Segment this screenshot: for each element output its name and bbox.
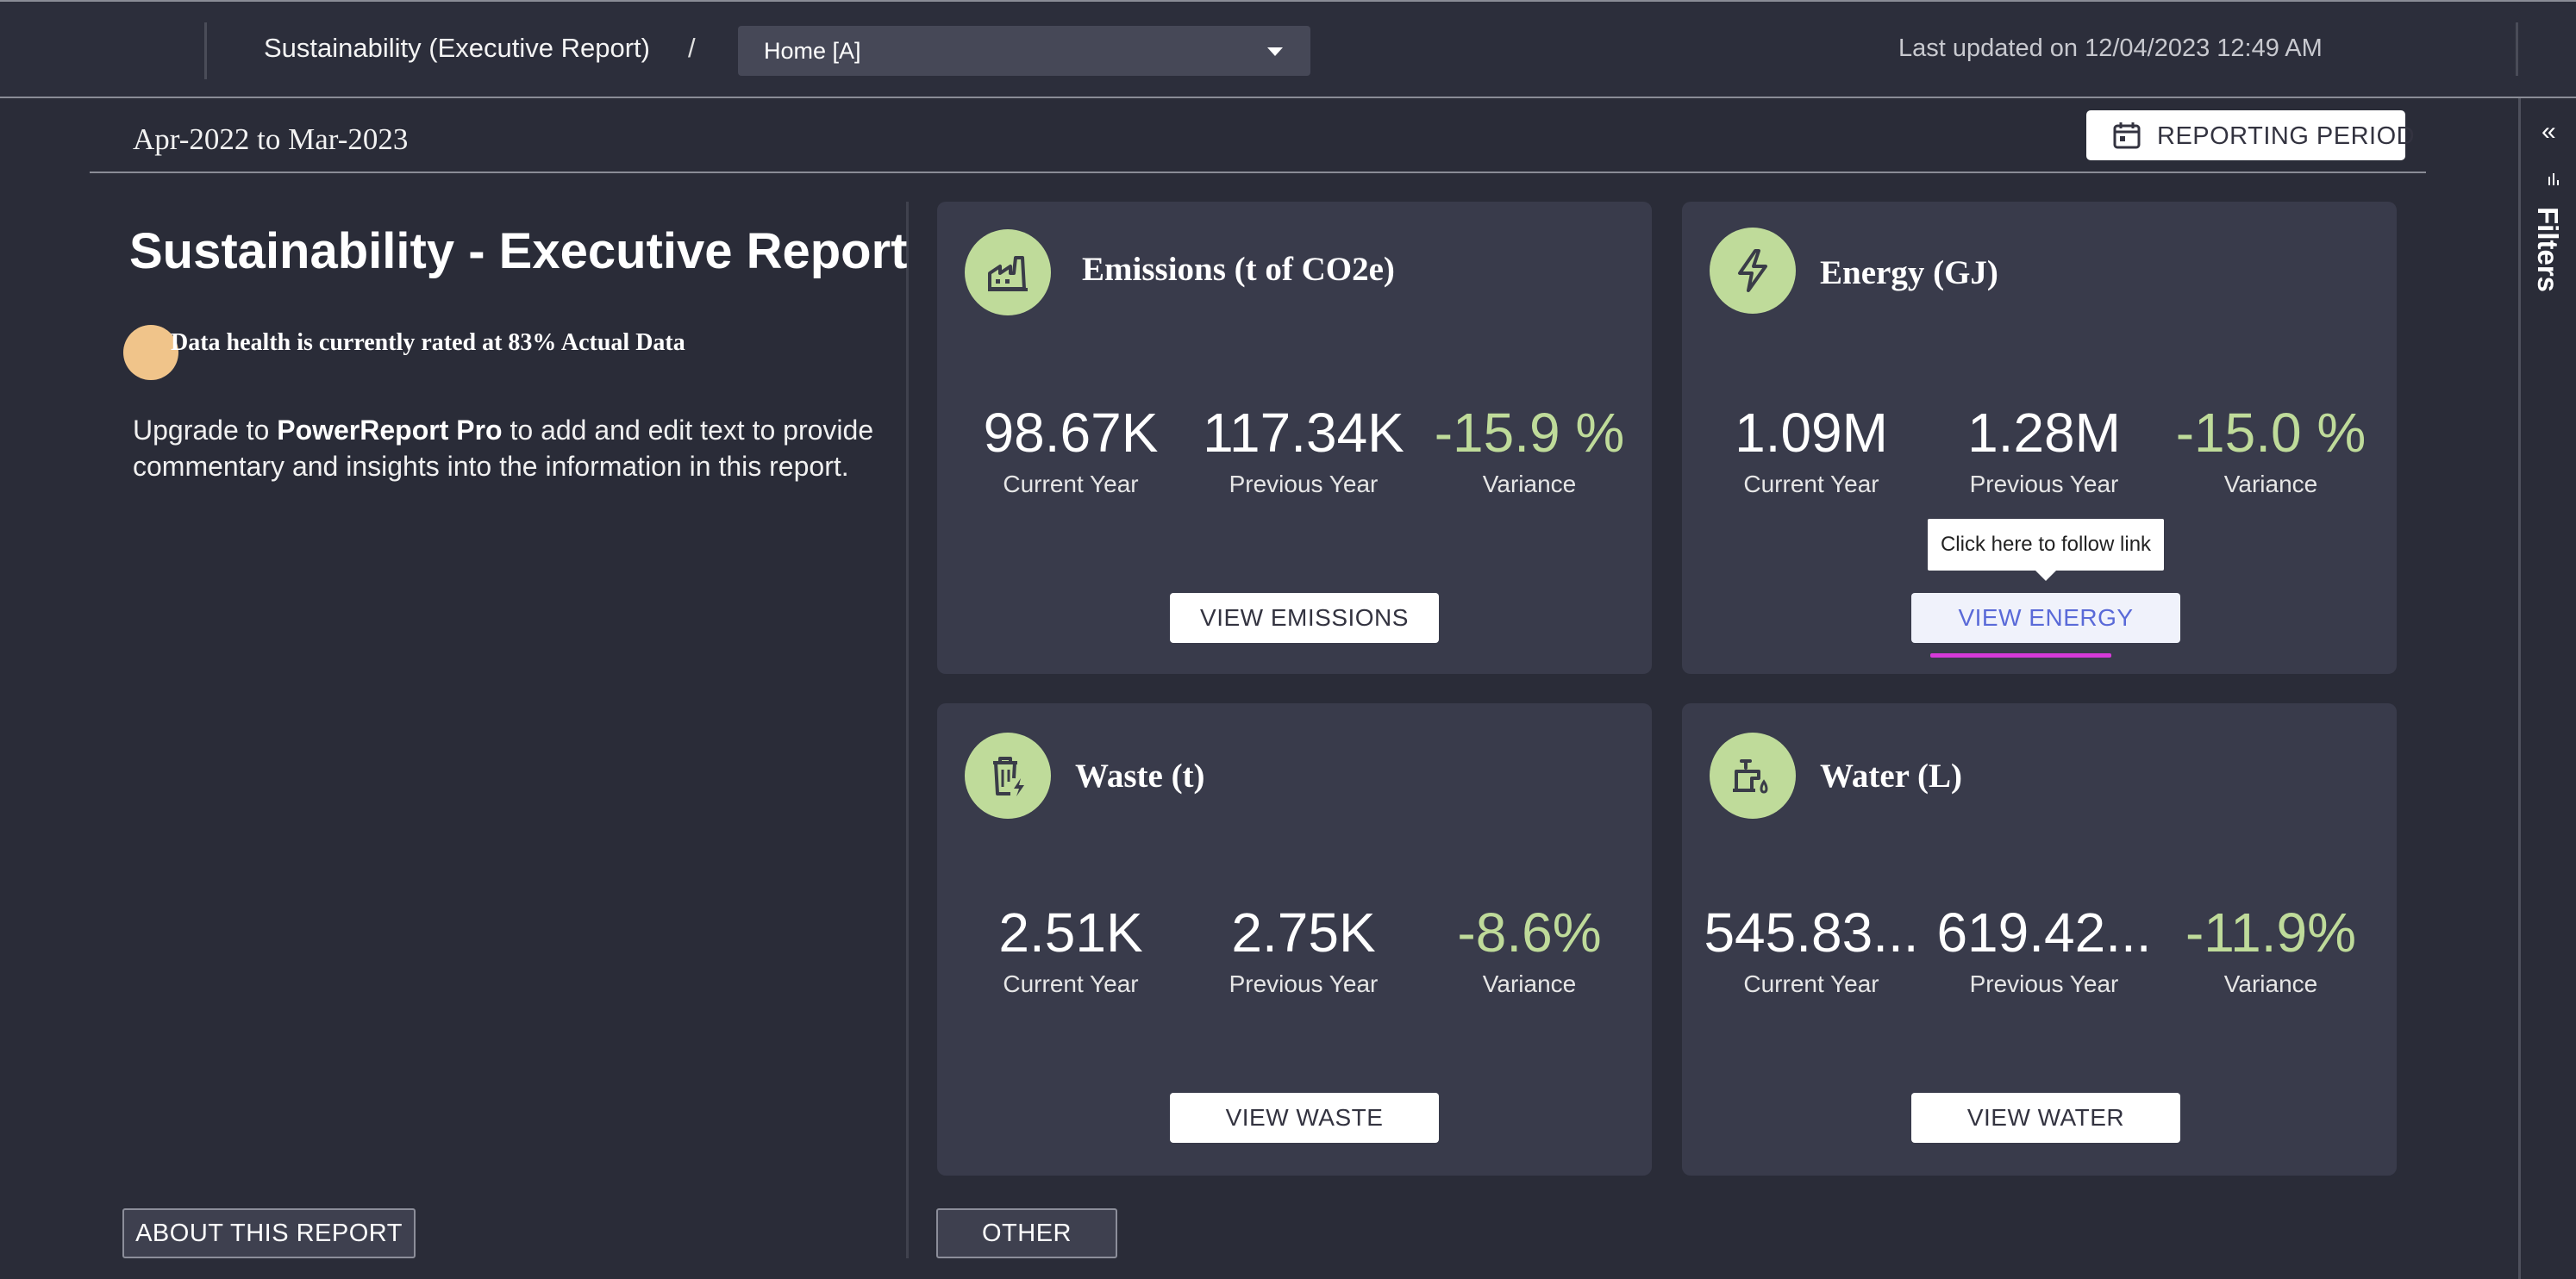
lightning-bolt-icon <box>1710 228 1796 314</box>
current-year-label: Current Year <box>1743 970 1879 997</box>
current-year-metric: 98.67K Current Year <box>959 402 1183 498</box>
double-chevron-left-icon[interactable]: « <box>2542 117 2556 147</box>
other-button[interactable]: OTHER <box>936 1208 1117 1258</box>
trash-bin-icon <box>965 733 1051 819</box>
variance-value: -8.6% <box>1457 902 1602 964</box>
focus-underline <box>1930 653 2111 658</box>
energy-card: Energy (GJ) 1.09M Current Year 1.28M Pre… <box>1682 202 2397 674</box>
caret-down-icon <box>1267 47 1283 56</box>
about-report-button[interactable]: ABOUT THIS REPORT <box>122 1208 416 1258</box>
upgrade-product-name: PowerReport Pro <box>277 415 503 446</box>
current-year-metric: 2.51K Current Year <box>959 902 1183 998</box>
factory-icon <box>965 229 1051 315</box>
water-card: Water (L) 545.83... Current Year 619.42.… <box>1682 703 2397 1176</box>
current-year-label: Current Year <box>1743 471 1879 497</box>
page-dropdown[interactable]: Home [A] <box>738 26 1310 76</box>
card-title: Emissions (t of CO2e) <box>1082 251 1395 288</box>
previous-year-metric: 619.42... Previous Year <box>1932 902 2156 998</box>
current-year-value: 98.67K <box>983 402 1159 464</box>
current-year-label: Current Year <box>1003 471 1139 497</box>
waste-card: Waste (t) 2.51K Current Year 2.75K Previ… <box>937 703 1652 1176</box>
previous-year-metric: 2.75K Previous Year <box>1191 902 1416 998</box>
filters-pane[interactable]: « Filters <box>2518 98 2576 1279</box>
current-year-label: Current Year <box>1003 970 1139 997</box>
divider <box>906 202 909 1258</box>
link-tooltip: Click here to follow link <box>1928 519 2164 581</box>
page-dropdown-value: Home [A] <box>764 38 861 64</box>
variance-value: -15.9 % <box>1434 402 1625 464</box>
previous-year-value: 1.28M <box>1967 402 2121 464</box>
previous-year-label: Previous Year <box>1969 970 2119 997</box>
previous-year-metric: 117.34K Previous Year <box>1191 402 1416 498</box>
current-year-metric: 545.83... Current Year <box>1699 902 1923 998</box>
card-title: Waste (t) <box>1075 758 1205 795</box>
variance-metric: -11.9% Variance <box>2159 902 2383 998</box>
variance-label: Variance <box>1482 970 1577 997</box>
emissions-card: Emissions (t of CO2e) 98.67K Current Yea… <box>937 202 1652 674</box>
view-energy-button[interactable]: VIEW ENERGY <box>1911 593 2180 643</box>
upgrade-prefix: Upgrade to <box>133 415 278 446</box>
view-waste-button[interactable]: VIEW WASTE <box>1170 1093 1439 1143</box>
calendar-icon <box>2113 122 2141 149</box>
breadcrumb-title[interactable]: Sustainability (Executive Report) <box>264 33 650 64</box>
variance-label: Variance <box>2223 970 2318 997</box>
current-year-value: 2.51K <box>998 902 1143 964</box>
previous-year-label: Previous Year <box>1969 471 2119 497</box>
page-title: Sustainability - Executive Report <box>129 223 908 279</box>
breadcrumb-separator: / <box>688 33 696 63</box>
reporting-period-button[interactable]: REPORTING PERIOD <box>2086 110 2415 160</box>
view-emissions-button[interactable]: VIEW EMISSIONS <box>1170 593 1439 643</box>
card-title: Water (L) <box>1820 758 1962 795</box>
variance-metric: -15.0 % Variance <box>2159 402 2383 498</box>
previous-year-value: 619.42... <box>1936 902 2152 964</box>
reporting-period-label: REPORTING PERIOD <box>2157 122 2416 150</box>
previous-year-value: 117.34K <box>1203 402 1404 464</box>
top-bar: Sustainability (Executive Report) / Home… <box>0 0 2576 98</box>
last-updated-text: Last updated on 12/04/2023 12:49 AM <box>1898 34 2323 62</box>
current-year-metric: 1.09M Current Year <box>1699 402 1923 498</box>
variance-label: Variance <box>2223 471 2318 497</box>
previous-year-value: 2.75K <box>1231 902 1376 964</box>
current-year-value: 545.83... <box>1704 902 1919 964</box>
divider <box>90 172 2426 173</box>
previous-year-metric: 1.28M Previous Year <box>1932 402 2156 498</box>
variance-metric: -15.9 % Variance <box>1417 402 1641 498</box>
filter-icon <box>2548 173 2559 185</box>
data-health-text: Data health is currently rated at 83% Ac… <box>171 329 685 356</box>
current-year-value: 1.09M <box>1735 402 1888 464</box>
variance-label: Variance <box>1482 471 1577 497</box>
view-water-button[interactable]: VIEW WATER <box>1911 1093 2180 1143</box>
previous-year-label: Previous Year <box>1229 970 1379 997</box>
card-title: Energy (GJ) <box>1820 254 1998 291</box>
water-tap-icon <box>1710 733 1796 819</box>
reporting-period-range: Apr-2022 to Mar-2023 <box>133 122 409 156</box>
variance-value: -11.9% <box>2185 902 2357 964</box>
filters-label[interactable]: Filters <box>2531 207 2564 292</box>
upgrade-message: Upgrade to PowerReport Pro to add and ed… <box>133 412 891 484</box>
divider <box>204 22 207 79</box>
variance-metric: -8.6% Variance <box>1417 902 1641 998</box>
variance-value: -15.0 % <box>2175 402 2367 464</box>
previous-year-label: Previous Year <box>1229 471 1379 497</box>
divider <box>2516 22 2518 76</box>
